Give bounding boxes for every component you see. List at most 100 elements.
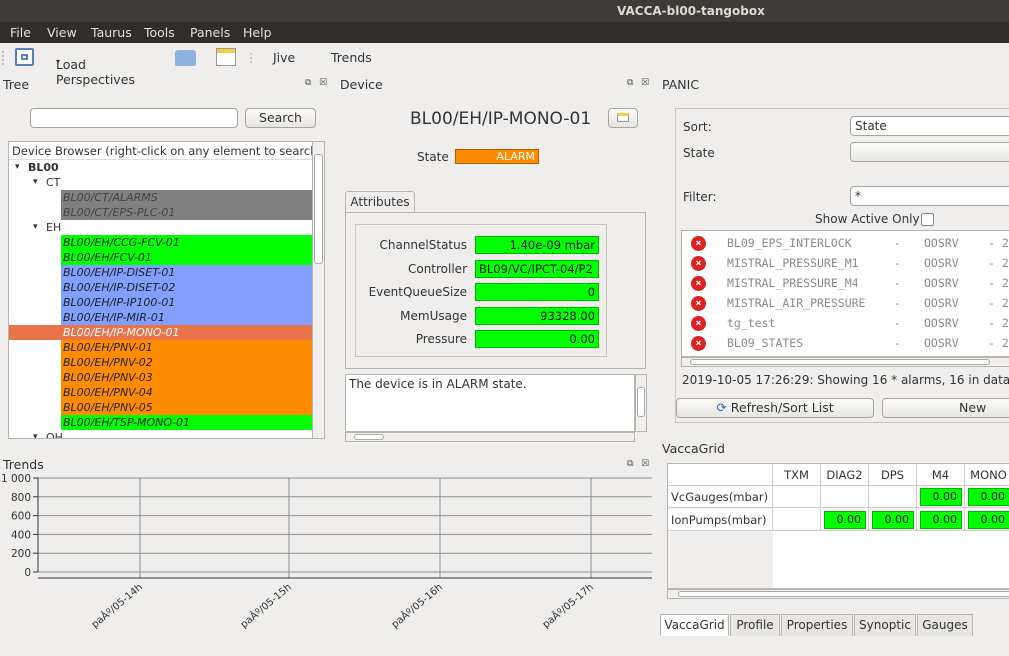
tree-item-leaf[interactable]: BL00/EH/IP-MONO-01 <box>9 325 312 340</box>
trends-plot[interactable]: 1 000 800 600 400 200 0 paÂº/05-14h paÂº/05-15h… <box>0 470 655 640</box>
refresh-sort-button[interactable]: ⟳ Refresh/Sort List <box>676 398 874 418</box>
window-title-bar: VACCA-bl00-tangobox <box>0 0 1009 22</box>
tree-scroll-thumb[interactable] <box>314 154 323 264</box>
tree-item-leaf[interactable]: BL00/EH/IP-IP100-01 <box>61 295 312 310</box>
menu-tools[interactable]: Tools <box>144 25 175 40</box>
attribute-value[interactable]: BL09/VC/IPCT-04/P2 <box>475 259 599 278</box>
tree-item-label: BL00/EH/PNV-02 <box>63 356 153 369</box>
grid-cell[interactable] <box>773 508 821 531</box>
tree-item-label: BL00/EH/IP-MONO-01 <box>63 326 180 339</box>
menu-file[interactable]: File <box>10 25 31 40</box>
tree-item-leaf[interactable]: BL00/EH/PNV-01 <box>61 340 312 355</box>
new-window-icon[interactable] <box>216 48 236 66</box>
filter-input[interactable]: * <box>850 186 1009 206</box>
x-tick-label: paÂº/05-14h <box>88 580 144 630</box>
grid-value: 0.00 <box>920 510 962 529</box>
tree-item-label: BL00/EH/IP-DISET-01 <box>63 266 176 279</box>
alarm-status: OOSRV <box>924 276 959 290</box>
menu-panels[interactable]: Panels <box>190 25 230 40</box>
alarm-row[interactable]: × MISTRAL_AIR_PRESSURE - OOSRV - 2 <box>682 293 1009 313</box>
fullscreen-icon[interactable] <box>15 48 34 66</box>
new-alarm-button[interactable]: New <box>882 398 1009 418</box>
menu-help[interactable]: Help <box>243 25 272 40</box>
status-hscrollbar[interactable] <box>345 432 635 442</box>
tree-item-group[interactable]: ▾ BL00 <box>9 160 312 175</box>
alarm-row[interactable]: × BL09_EPS_INTERLOCK - OOSRV - 2 <box>682 233 1009 253</box>
alarm-dash: - <box>894 256 901 270</box>
vaccagrid-hscrollbar[interactable] <box>667 589 1009 599</box>
alarm-row[interactable]: × tg_test - OOSRV - 2 <box>682 313 1009 333</box>
tree-item-leaf[interactable]: BL00/EH/PNV-02 <box>61 355 312 370</box>
tree-item-label: BL00/EH/IP-DISET-02 <box>63 281 176 294</box>
tree-item-leaf[interactable]: BL00/EH/PNV-03 <box>61 370 312 385</box>
tree-item-leaf[interactable]: BL00/EH/IP-DISET-01 <box>61 265 312 280</box>
tree-item-group[interactable]: ▾ CT <box>9 175 312 190</box>
attribute-value[interactable]: 1.40e-09 mbar <box>475 236 599 254</box>
vaccagrid-title: VaccaGrid <box>662 441 725 456</box>
device-float-icon[interactable]: ⧉ <box>627 78 633 88</box>
refresh-sort-label: Refresh/Sort List <box>730 400 834 415</box>
tree-search-button[interactable]: Search <box>245 108 316 128</box>
y-tick-label: 800 <box>11 492 31 504</box>
grid-cell[interactable] <box>773 486 821 508</box>
tree-close-icon[interactable]: ☒ <box>319 78 327 88</box>
trends-button[interactable]: Trends <box>331 50 372 65</box>
expand-arrow-icon[interactable]: ▾ <box>15 160 20 175</box>
alarm-name: MISTRAL_PRESSURE_M4 <box>727 276 859 290</box>
alarm-dash: - <box>894 236 901 250</box>
tree-item-leaf[interactable]: BL00/EH/PNV-05 <box>61 400 312 415</box>
new-alarm-label: New <box>959 400 987 415</box>
tree-item-label: CT <box>46 176 61 189</box>
tab-profile[interactable]: Profile <box>730 614 780 636</box>
tab-gauges[interactable]: Gauges <box>917 614 973 636</box>
tree-item-label: BL00/EH/IP-MIR-01 <box>63 311 165 324</box>
tree-item-leaf[interactable]: BL00/EH/IP-DISET-02 <box>61 280 312 295</box>
trends-close-icon[interactable]: ☒ <box>641 459 649 469</box>
menu-view[interactable]: View <box>47 25 77 40</box>
tree-search-input[interactable] <box>30 108 238 128</box>
device-panel-icon-button[interactable] <box>608 108 638 128</box>
trends-float-icon[interactable]: ⧉ <box>627 459 633 469</box>
tab-vaccagrid[interactable]: VaccaGrid <box>660 614 729 636</box>
device-panel-title: Device <box>340 77 383 92</box>
tree-item-group[interactable]: ▾ EH <box>9 220 312 235</box>
y-tick-label: 600 <box>11 511 31 523</box>
alarm-hscrollbar[interactable] <box>681 357 1009 367</box>
attribute-value[interactable]: 93328.00 <box>475 306 599 325</box>
tree-item-group[interactable]: ▾ OH <box>9 430 312 438</box>
tree-item-leaf[interactable]: BL00/EH/TSP-MONO-01 <box>61 415 312 430</box>
y-tick-label: 200 <box>11 548 31 560</box>
expand-arrow-icon[interactable]: ▾ <box>33 175 38 190</box>
tab-synoptic[interactable]: Synoptic <box>854 614 916 636</box>
attribute-name: Controller <box>407 261 467 276</box>
tree-scrollbar[interactable] <box>313 141 325 439</box>
tab-properties[interactable]: Properties <box>781 614 853 636</box>
status-vscrollbar[interactable] <box>635 374 647 432</box>
tree-item-leaf[interactable]: BL00/CT/EPS-PLC-01 <box>61 205 312 220</box>
tree-item-leaf[interactable]: BL00/EH/FCV-01 <box>61 250 312 265</box>
upload-icon[interactable] <box>175 50 196 66</box>
expand-arrow-icon[interactable]: ▾ <box>33 220 38 235</box>
device-close-icon[interactable]: ☒ <box>641 78 649 88</box>
show-active-only-checkbox[interactable] <box>921 213 934 226</box>
alarm-row[interactable]: × BL09_STATES - OOSRV - 2 <box>682 333 1009 353</box>
attribute-value[interactable]: 0.00 <box>475 330 599 348</box>
state-filter-select[interactable] <box>850 142 1009 162</box>
tree-float-icon[interactable]: ⧉ <box>305 78 311 88</box>
grid-cell[interactable] <box>821 486 869 508</box>
expand-arrow-icon[interactable]: ▾ <box>33 430 38 438</box>
alarm-row[interactable]: × MISTRAL_PRESSURE_M1 - OOSRV - 2 <box>682 253 1009 273</box>
state-filter-label: State <box>683 146 715 160</box>
sort-select[interactable]: State <box>850 116 1009 136</box>
menu-taurus[interactable]: Taurus <box>91 25 132 40</box>
tree-item-leaf[interactable]: BL00/EH/IP-MIR-01 <box>61 310 312 325</box>
tree-item-leaf[interactable]: BL00/CT/ALARMS <box>61 190 312 205</box>
attribute-value[interactable]: 0 <box>475 283 599 301</box>
tab-attributes[interactable]: Attributes <box>345 191 415 213</box>
tree-item-leaf[interactable]: BL00/EH/CCG-FCV-01 <box>61 235 312 250</box>
grid-cell[interactable] <box>869 486 917 508</box>
alarm-row[interactable]: × MISTRAL_PRESSURE_M4 - OOSRV - 2 <box>682 273 1009 293</box>
alarm-tail: - 2 <box>988 316 1009 330</box>
jive-button[interactable]: Jive <box>273 50 295 65</box>
tree-item-leaf[interactable]: BL00/EH/PNV-04 <box>61 385 312 400</box>
